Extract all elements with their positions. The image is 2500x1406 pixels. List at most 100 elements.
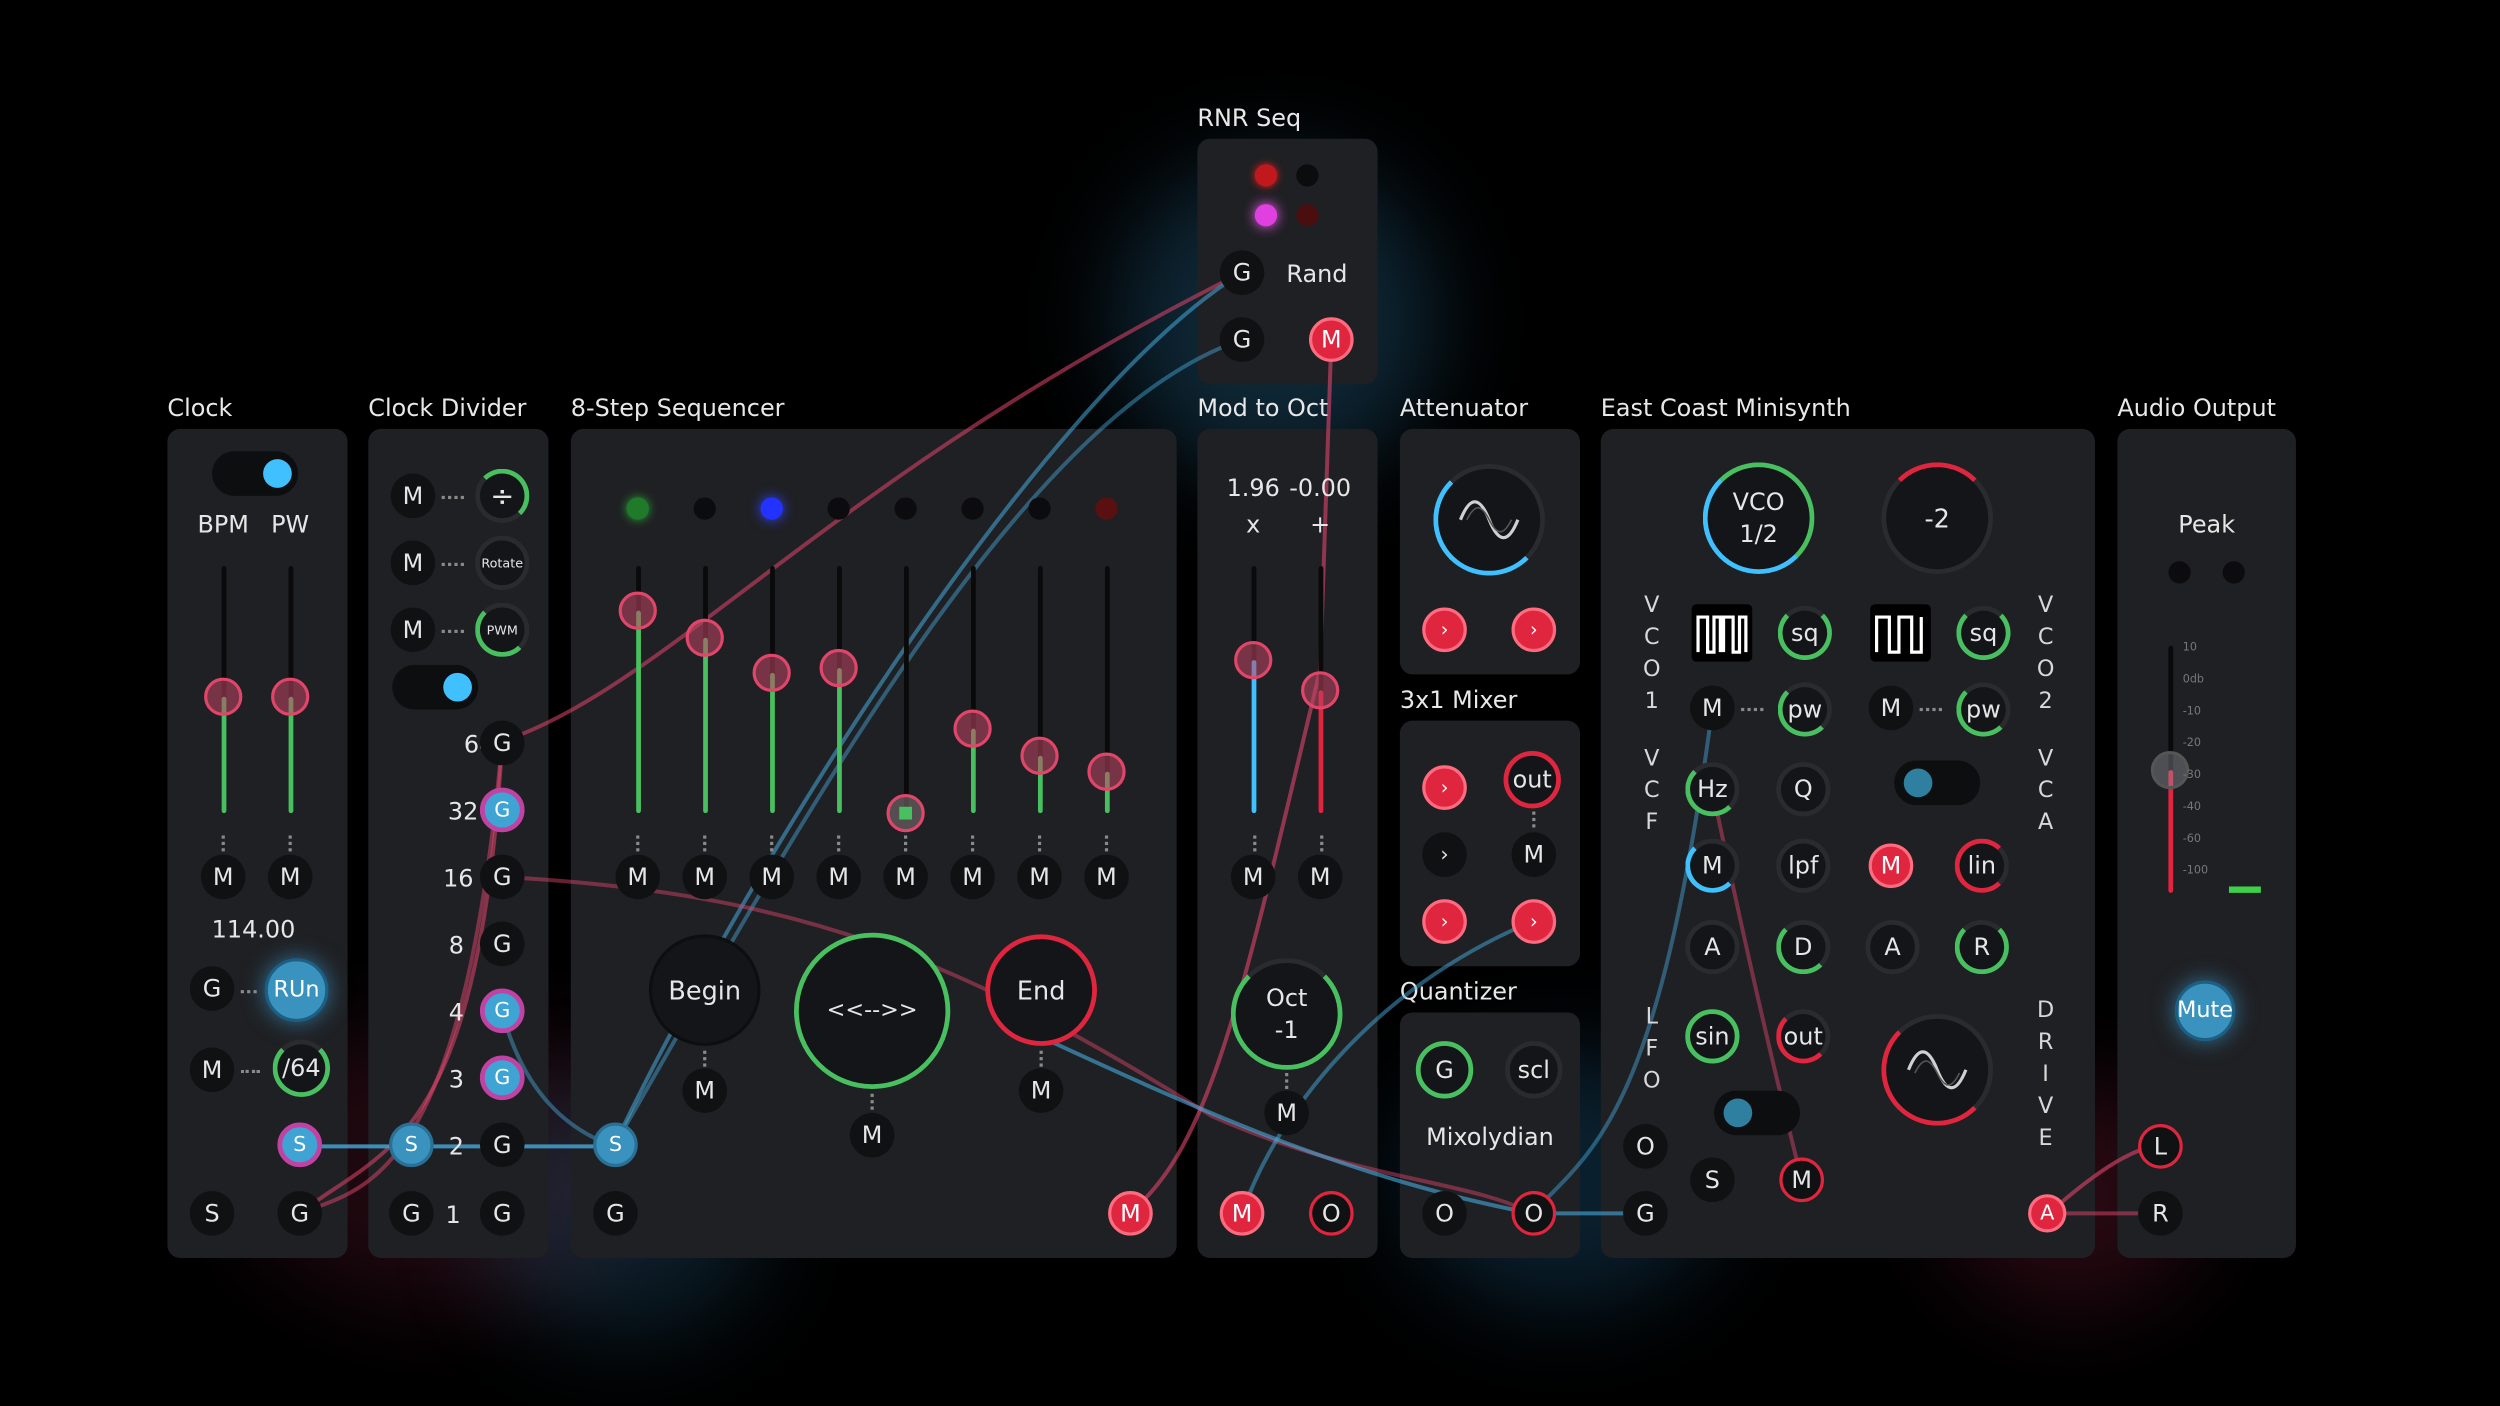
divider-mod-input-3[interactable]: M — [390, 607, 436, 653]
pwm-knob[interactable]: PWM — [475, 602, 530, 657]
octave-knob[interactable]: Oct -1 — [1230, 958, 1343, 1070]
div-output-16[interactable]: G — [479, 854, 525, 900]
synth-sync-input[interactable]: S — [1690, 1157, 1735, 1203]
clock-sync-input[interactable]: S — [189, 1191, 235, 1236]
rotate-knob[interactable]: Rotate — [475, 535, 530, 590]
vco-mix-knob[interactable]: VCO 1/2 — [1702, 462, 1815, 574]
step-mod-input[interactable]: M — [615, 854, 661, 900]
vcf-mod-knob[interactable]: M — [1685, 838, 1740, 893]
div-output-8[interactable]: G — [479, 921, 525, 967]
step-slider-thumb[interactable] — [819, 648, 858, 687]
clock-run-toggle[interactable] — [212, 451, 299, 496]
div-output-3[interactable]: G — [479, 1055, 525, 1101]
audio-left-input[interactable]: L — [2138, 1124, 2183, 1169]
division-knob[interactable]: /64 — [272, 1039, 331, 1097]
lfo-shape-knob[interactable]: sin — [1685, 1009, 1740, 1064]
attenuator-knob[interactable] — [1433, 463, 1545, 576]
mixer-input-1[interactable]: › — [1422, 765, 1467, 810]
pw-slider-thumb[interactable] — [271, 677, 310, 716]
synth-audio-output[interactable]: A — [2028, 1194, 2067, 1233]
bpm-slider-thumb[interactable] — [204, 677, 243, 716]
mixer-input-2[interactable]: › — [1422, 832, 1467, 877]
seq-mod-output[interactable]: M — [1108, 1191, 1153, 1236]
clock-mod-input[interactable]: M — [189, 1047, 235, 1093]
vco2-wave-knob[interactable]: sq — [1956, 605, 2011, 661]
offset-mod-input[interactable]: M — [1297, 854, 1343, 900]
clock-sync-output[interactable]: S — [277, 1122, 323, 1168]
div-output-64[interactable]: G — [479, 720, 525, 766]
begin-knob[interactable]: Begin — [648, 934, 761, 1046]
step-mod-input[interactable]: M — [883, 854, 928, 900]
vco1-pw-knob[interactable]: pw — [1777, 682, 1832, 737]
synth-gate-input[interactable]: G — [1623, 1191, 1668, 1236]
step-slider-thumb[interactable] — [752, 653, 791, 692]
divider-mod-input-2[interactable]: M — [390, 540, 436, 586]
clock-gate-input[interactable]: G — [189, 966, 235, 1011]
quantizer-scale-knob[interactable]: scl — [1505, 1041, 1563, 1099]
step-mod-input[interactable]: M — [749, 854, 795, 900]
rnr-gate-input-2[interactable]: G — [1219, 317, 1265, 362]
mixer-input-3[interactable]: › — [1422, 899, 1467, 944]
scale-slider-thumb[interactable] — [1234, 640, 1273, 680]
vca-mod-input[interactable]: M — [1868, 843, 1914, 889]
divider-mod-input-1[interactable]: M — [390, 473, 436, 519]
audio-right-input[interactable]: R — [2138, 1191, 2183, 1236]
div-output-4[interactable]: G — [479, 988, 525, 1034]
divide-knob[interactable]: ÷ — [475, 468, 530, 523]
rnr-mod-output[interactable]: M — [1309, 317, 1354, 362]
bpm-mod-input[interactable]: M — [200, 854, 246, 900]
env1-decay-knob[interactable]: D — [1776, 919, 1831, 975]
step-mod-input[interactable]: M — [950, 854, 995, 900]
synth-mod-input[interactable]: M — [1779, 1157, 1824, 1203]
pw-mod-input[interactable]: M — [267, 854, 313, 900]
step-slider-thumb[interactable] — [618, 591, 657, 630]
end-knob[interactable]: End — [985, 934, 1097, 1046]
div-output-32[interactable]: G — [479, 787, 525, 833]
vca-toggle[interactable] — [1894, 760, 1981, 806]
div-output-2[interactable]: G — [479, 1122, 525, 1168]
modtooct-oct-output[interactable]: O — [1309, 1191, 1354, 1236]
rnr-gate-input-1[interactable]: G — [1219, 250, 1265, 295]
octave-mod-input[interactable]: M — [1264, 1090, 1310, 1136]
run-button[interactable]: RUn — [264, 958, 329, 1023]
seq-sync-input[interactable]: S — [593, 1122, 638, 1168]
vco1-mod-input[interactable]: M — [1690, 685, 1735, 731]
step-mod-input[interactable]: M — [1084, 854, 1129, 900]
env1-attack-knob[interactable]: A — [1685, 919, 1740, 975]
drive-knob[interactable] — [1881, 1014, 1993, 1126]
quantizer-oct-input[interactable]: O — [1422, 1191, 1467, 1236]
seq-gate-input[interactable]: G — [593, 1191, 638, 1236]
quantizer-oct-output[interactable]: O — [1511, 1191, 1557, 1236]
mixer-out-knob[interactable]: out — [1503, 750, 1561, 809]
direction-knob[interactable]: <<-->> — [794, 932, 951, 1089]
vco1-wave-knob[interactable]: sq — [1777, 605, 1832, 661]
env2-attack-knob[interactable]: A — [1865, 919, 1920, 975]
scale-mod-input[interactable]: M — [1230, 854, 1276, 900]
attenuator-output[interactable]: › — [1511, 607, 1557, 653]
attenuator-input[interactable]: › — [1422, 607, 1467, 653]
vcf-hz-knob[interactable]: Hz — [1685, 762, 1740, 817]
step-mod-input[interactable]: M — [1017, 854, 1062, 900]
modtooct-mod-input[interactable]: M — [1219, 1191, 1265, 1236]
step-slider-thumb[interactable] — [886, 794, 925, 833]
step-mod-input[interactable]: M — [682, 854, 728, 900]
step-mod-input[interactable]: M — [816, 854, 861, 900]
vco2-mod-input[interactable]: M — [1868, 685, 1914, 731]
clock-gate-output[interactable]: G — [277, 1191, 323, 1236]
mixer-output[interactable]: › — [1511, 899, 1557, 944]
step-slider-track[interactable] — [904, 566, 909, 814]
quantizer-gate-knob[interactable]: G — [1415, 1041, 1474, 1099]
div-output-1[interactable]: G — [479, 1191, 525, 1236]
step-slider-thumb[interactable] — [685, 618, 724, 657]
step-slider-thumb[interactable] — [1087, 751, 1126, 791]
lfo-toggle[interactable] — [1713, 1090, 1801, 1136]
vcf-type-knob[interactable]: lpf — [1776, 838, 1831, 893]
vco2-pw-knob[interactable]: pw — [1956, 682, 2011, 737]
mute-button[interactable]: Mute — [2174, 980, 2236, 1042]
vca-curve-knob[interactable]: lin — [1954, 838, 2009, 893]
synth-oct-input[interactable]: O — [1623, 1124, 1668, 1169]
patch-canvas[interactable]: Clock Clock Divider 8-Step Sequencer RNR… — [0, 0, 2500, 1406]
divider-toggle[interactable] — [392, 664, 479, 710]
vcf-q-knob[interactable]: Q — [1776, 762, 1831, 817]
octave-shift-knob[interactable]: -2 — [1881, 462, 1993, 574]
